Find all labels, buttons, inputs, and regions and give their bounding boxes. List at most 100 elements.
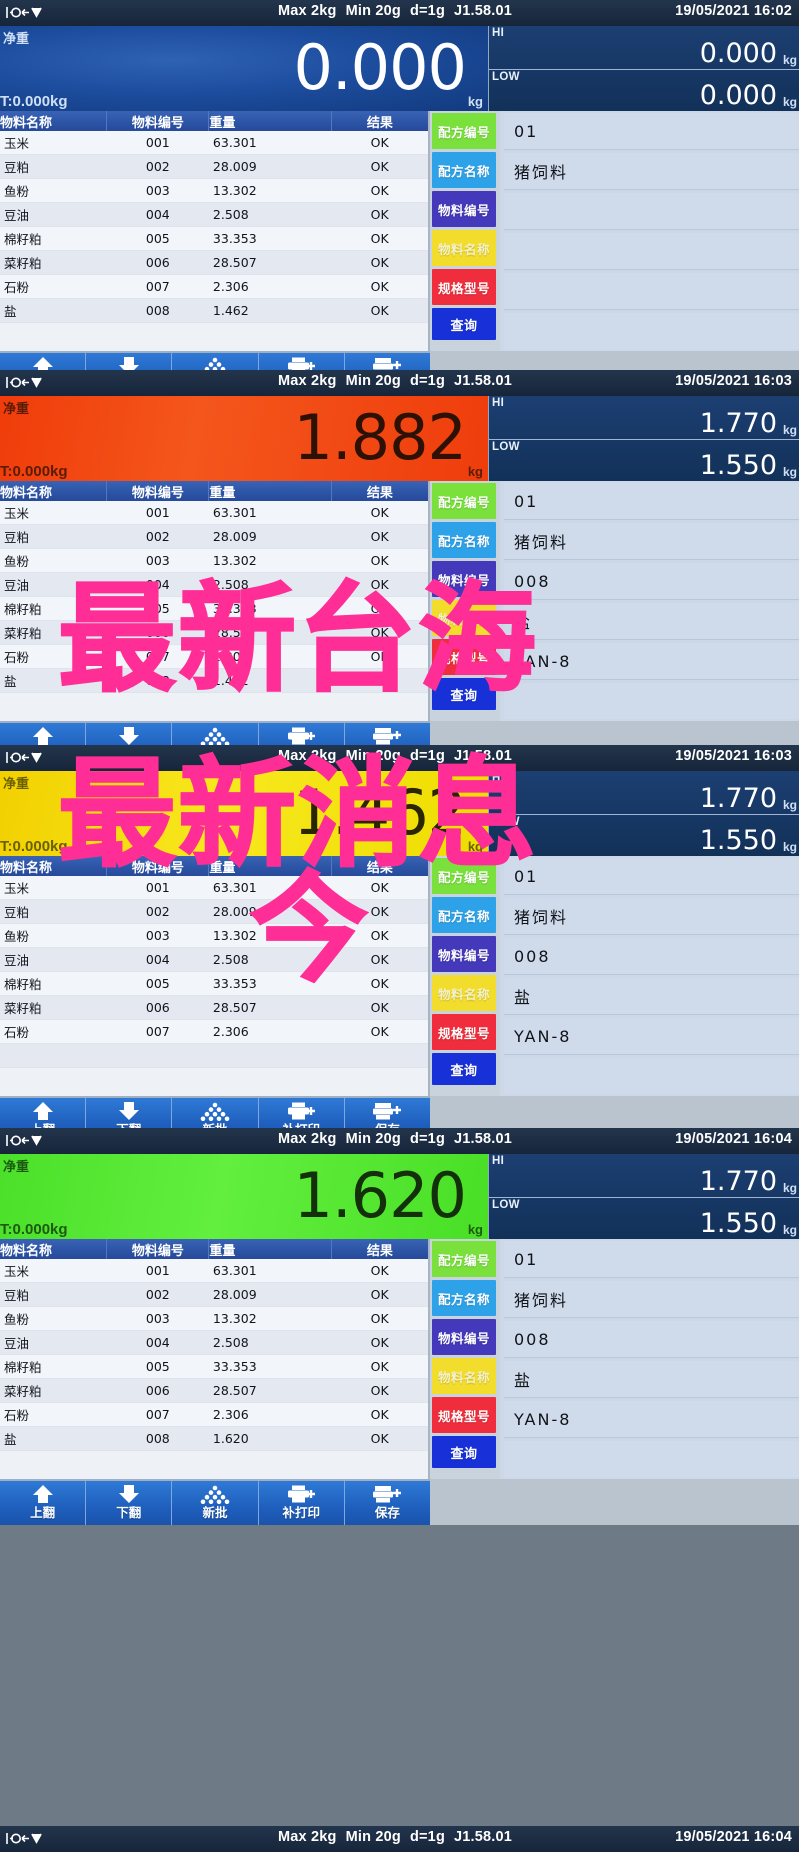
cell-material-no: 004 xyxy=(106,947,209,972)
weight-display-area: 净重 0.000 T:0.000kg kg HI 0.000 kg LOW 0.000 kg xyxy=(0,26,799,111)
key-spec-model[interactable]: 规格型号 xyxy=(432,639,496,675)
table-row[interactable]: 鱼粉 003 13.302 OK xyxy=(0,923,428,948)
cell-result: OK xyxy=(331,131,428,155)
table-row[interactable]: 菜籽粕 006 28.507 OK xyxy=(0,620,428,645)
cell-material-name: 菜籽粕 xyxy=(0,995,107,1020)
field-value-column: 01 猪饲料 008 盐 YAN-8 xyxy=(500,856,799,1096)
page-down-button[interactable]: 下翻 xyxy=(86,1481,173,1525)
key-recipe-name[interactable]: 配方名称 xyxy=(432,522,496,558)
cell-material-name: 石粉 xyxy=(0,1402,107,1427)
col-header-result: 结果 xyxy=(331,481,428,501)
low-limit-value: 1.550 xyxy=(699,450,777,481)
table-row[interactable]: 鱼粉 003 13.302 OK xyxy=(0,178,428,203)
key-query[interactable]: 查询 xyxy=(432,308,496,340)
key-material-name[interactable]: 物料名称 xyxy=(432,1358,496,1394)
time-label: 16:02 xyxy=(753,3,792,19)
net-weight-unit: kg xyxy=(467,464,483,479)
table-row[interactable]: 石粉 007 2.306 OK xyxy=(0,1019,428,1044)
hi-limit-unit: kg xyxy=(782,797,797,812)
key-material-no[interactable]: 物料编号 xyxy=(432,936,496,972)
key-query[interactable]: 查询 xyxy=(432,678,496,710)
new-batch-button[interactable]: 新批 xyxy=(172,1481,259,1525)
table-row[interactable]: 玉米 001 63.301 OK xyxy=(0,131,428,155)
table-row[interactable]: 石粉 007 2.306 OK xyxy=(0,274,428,299)
key-recipe-no[interactable]: 配方编号 xyxy=(432,858,496,894)
key-material-name[interactable]: 物料名称 xyxy=(432,975,496,1011)
cell-material-name: 鱼粉 xyxy=(0,1306,107,1331)
cell-result: OK xyxy=(331,1306,428,1331)
table-row[interactable]: 棉籽粕 005 33.353 OK xyxy=(0,1354,428,1379)
spec-division: d=1g xyxy=(409,1829,445,1845)
table-row[interactable]: 盐 008 1.462 OK xyxy=(0,298,428,323)
table-row[interactable]: 玉米 001 63.301 OK xyxy=(0,876,428,900)
table-row[interactable]: 菜籽粕 006 28.507 OK xyxy=(0,1378,428,1403)
key-recipe-name[interactable]: 配方名称 xyxy=(432,152,496,188)
key-spec-model[interactable]: 规格型号 xyxy=(432,1014,496,1050)
table-row[interactable]: 盐 008 1.620 OK xyxy=(0,1426,428,1451)
table-row[interactable]: 豆粕 002 28.009 OK xyxy=(0,154,428,179)
key-material-no[interactable]: 物料编号 xyxy=(432,1319,496,1355)
col-header-material-name: 物料名称 xyxy=(0,481,108,501)
table-row[interactable]: 棉籽粕 005 33.353 OK xyxy=(0,971,428,996)
field-value-column: 01 猪饲料 008 盐 YAN-8 xyxy=(500,1239,799,1479)
net-weight-value: 1.462 xyxy=(293,775,467,849)
table-row[interactable]: 玉米 001 63.301 OK xyxy=(0,1259,428,1283)
page-up-button[interactable]: 上翻 xyxy=(0,1481,87,1525)
key-recipe-no[interactable]: 配方编号 xyxy=(432,1241,496,1277)
table-row[interactable] xyxy=(0,1043,428,1068)
table-row[interactable]: 石粉 007 2.306 OK xyxy=(0,1402,428,1427)
cell-material-no: 006 xyxy=(106,620,209,645)
key-query[interactable]: 查询 xyxy=(432,1436,496,1468)
table-row[interactable]: 菜籽粕 006 28.507 OK xyxy=(0,250,428,275)
table-row[interactable]: 菜籽粕 006 28.507 OK xyxy=(0,995,428,1020)
firmware-version: J1.58.01 xyxy=(454,3,513,19)
key-spec-model[interactable]: 规格型号 xyxy=(432,1397,496,1433)
reprint-label: 补打印 xyxy=(282,1506,320,1520)
table-row[interactable]: 豆油 004 2.508 OK xyxy=(0,572,428,597)
table-row[interactable]: 棉籽粕 005 33.353 OK xyxy=(0,226,428,251)
table-row[interactable]: 玉米 001 63.301 OK xyxy=(0,501,428,525)
cell-material-name: 石粉 xyxy=(0,1019,107,1044)
net-weight-display: 净重 1.620 T:0.000kg kg xyxy=(0,1154,488,1239)
reprint-button[interactable]: 补打印 xyxy=(258,1481,345,1525)
key-recipe-name[interactable]: 配方名称 xyxy=(432,1280,496,1316)
table-header-row: 物料名称 物料编号 重量 结果 xyxy=(0,111,428,131)
table-row[interactable]: 盐 008 1.462 OK xyxy=(0,668,428,693)
printer-plus-icon xyxy=(285,725,317,747)
cell-result: OK xyxy=(331,572,428,597)
key-query[interactable]: 查询 xyxy=(432,1053,496,1085)
table-row[interactable]: 鱼粉 003 13.302 OK xyxy=(0,548,428,573)
low-limit-label: LOW xyxy=(492,1198,520,1211)
table-row[interactable]: 棉籽粕 005 33.353 OK xyxy=(0,596,428,621)
spec-min: Min 20g xyxy=(345,1829,401,1845)
table-row[interactable]: 豆粕 002 28.009 OK xyxy=(0,524,428,549)
low-limit-row: LOW 1.550 kg xyxy=(489,438,799,482)
save-button[interactable]: 保存 xyxy=(344,1481,431,1525)
time-label: 16:03 xyxy=(753,748,792,764)
key-material-no[interactable]: 物料编号 xyxy=(432,191,496,227)
hi-limit-unit: kg xyxy=(782,52,797,67)
panel-4: Max 2kg Min 20g d=1g J1.58.01 19/05/2021 16:… xyxy=(0,1128,799,1525)
cell-material-name: 棉籽粕 xyxy=(0,226,107,251)
key-spec-model[interactable]: 规格型号 xyxy=(432,269,496,305)
table-row[interactable]: 豆粕 002 28.009 OK xyxy=(0,899,428,924)
table-row[interactable]: 石粉 007 2.306 OK xyxy=(0,644,428,669)
cell-result xyxy=(331,1043,428,1068)
key-recipe-name[interactable]: 配方名称 xyxy=(432,897,496,933)
key-recipe-no[interactable]: 配方编号 xyxy=(432,483,496,519)
table-row[interactable]: 豆粕 002 28.009 OK xyxy=(0,1282,428,1307)
cell-weight: 63.301 xyxy=(208,501,332,525)
datetime: 19/05/2021 16:03 xyxy=(675,748,792,764)
key-material-no[interactable]: 物料编号 xyxy=(432,561,496,597)
table-row[interactable]: 豆油 004 2.508 OK xyxy=(0,1330,428,1355)
cell-material-no xyxy=(106,1043,209,1068)
material-table-wrap: 物料名称 物料编号 重量 结果 玉米 001 63.301 OK 豆粕 002 28.009 OK 鱼粉… xyxy=(0,856,430,1096)
key-recipe-no[interactable]: 配方编号 xyxy=(432,113,496,149)
table-row[interactable]: 鱼粉 003 13.302 OK xyxy=(0,1306,428,1331)
cell-material-name: 鱼粉 xyxy=(0,923,107,948)
cell-weight: 28.009 xyxy=(208,524,332,549)
table-row[interactable]: 豆油 004 2.508 OK xyxy=(0,947,428,972)
table-row[interactable]: 豆油 004 2.508 OK xyxy=(0,202,428,227)
key-material-name[interactable]: 物料名称 xyxy=(432,600,496,636)
key-material-name[interactable]: 物料名称 xyxy=(432,230,496,266)
